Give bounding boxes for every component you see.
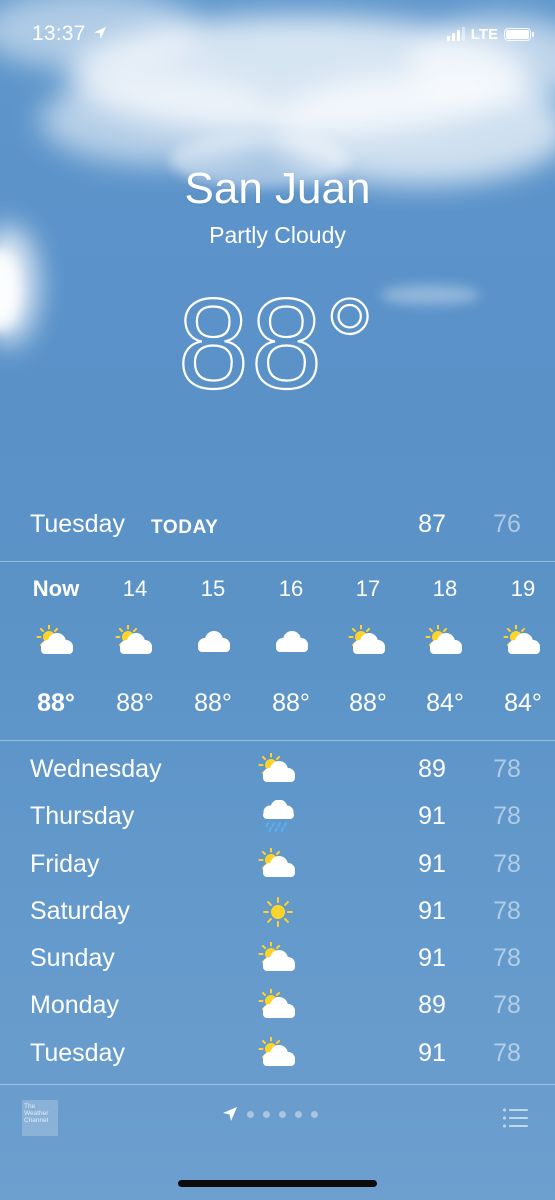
- sun-icon: [258, 895, 298, 929]
- hourly-item: Now 88°: [17, 563, 95, 740]
- today-low: 76: [493, 510, 521, 538]
- network-type: LTE: [470, 25, 498, 43]
- divider: [0, 740, 555, 741]
- daily-row: Sunday 91 78: [0, 936, 555, 983]
- day-name: Saturday: [30, 896, 131, 925]
- weather-channel-logo-icon[interactable]: The Weather Channel: [22, 1100, 58, 1136]
- hourly-item: 17 88°: [329, 563, 407, 740]
- location-arrow-icon: [94, 27, 106, 39]
- day-name: Thursday: [30, 802, 135, 831]
- hour-time: 19: [510, 576, 536, 601]
- partly-cloudy-icon: [425, 624, 465, 659]
- hour-time: 15: [200, 576, 226, 601]
- today-label: TODAY: [151, 517, 219, 538]
- day-high: 89: [418, 991, 446, 1020]
- footer-toolbar: The Weather Channel: [0, 1085, 555, 1155]
- daily-row: Tuesday 91 78: [0, 1031, 555, 1078]
- home-indicator[interactable]: [178, 1180, 377, 1187]
- battery-icon: [504, 27, 534, 41]
- daily-row: Saturday 91 78: [0, 889, 555, 936]
- weather-channel-logo-text: The Weather Channel: [24, 1103, 49, 1124]
- hourly-item: 18 84°: [406, 563, 484, 740]
- signal-bars-icon: [446, 27, 465, 41]
- partly-cloudy-icon: [258, 988, 298, 1023]
- day-low: 78: [493, 896, 521, 925]
- cloud-icon: [271, 625, 311, 659]
- status-time: 13:37: [32, 22, 86, 45]
- daily-row: Thursday 91 78: [0, 794, 555, 841]
- partly-cloudy-icon: [258, 752, 298, 787]
- day-low: 78: [493, 991, 521, 1020]
- partly-cloudy-icon: [115, 624, 155, 659]
- page-dot[interactable]: [263, 1110, 270, 1118]
- daily-forecast[interactable]: Wednesday 89 78 Thursday 91 78 Friday 91…: [0, 747, 555, 1078]
- partly-cloudy-icon: [258, 1036, 298, 1071]
- partly-cloudy-icon: [503, 624, 543, 659]
- page-dot[interactable]: [311, 1110, 318, 1118]
- page-indicator[interactable]: [222, 1106, 318, 1122]
- hour-temp: 88°: [37, 689, 75, 717]
- hour-temp: 84°: [504, 689, 542, 717]
- hour-time: Now: [32, 576, 80, 601]
- page-dot[interactable]: [279, 1110, 286, 1118]
- page-dot[interactable]: [247, 1110, 254, 1118]
- day-name: Friday: [30, 849, 100, 878]
- hourly-forecast[interactable]: Now 88° 14 88° 15 88° 16 88° 17 88° 18 8…: [0, 563, 555, 740]
- status-bar: 13:37 LTE: [0, 0, 555, 70]
- day-low: 78: [493, 755, 521, 783]
- day-low: 78: [493, 849, 521, 878]
- day-low: 78: [493, 1038, 521, 1067]
- hour-time: 18: [432, 576, 458, 601]
- today-row: Tuesday TODAY 87 76: [0, 504, 555, 550]
- divider: [0, 561, 555, 562]
- daily-row: Monday 89 78: [0, 983, 555, 1030]
- today-day: Tuesday: [30, 510, 125, 538]
- partly-cloudy-icon: [36, 624, 76, 659]
- current-temperature-value: 88°: [178, 273, 378, 402]
- partly-cloudy-icon: [348, 624, 388, 659]
- day-high: 91: [418, 1038, 446, 1067]
- today-high: 87: [418, 510, 446, 538]
- location-arrow-icon: [223, 1107, 237, 1121]
- city-name: San Juan: [184, 164, 371, 213]
- hour-temp: 84°: [426, 689, 464, 717]
- day-name: Tuesday: [30, 1038, 125, 1067]
- hour-time: 17: [355, 576, 381, 601]
- day-name: Sunday: [30, 944, 115, 973]
- current-temperature: 88°: [0, 272, 555, 402]
- day-high: 91: [418, 849, 446, 878]
- daily-row: Wednesday 89 78: [0, 747, 555, 794]
- partly-cloudy-icon: [258, 847, 298, 882]
- hour-temp: 88°: [194, 689, 232, 717]
- rain-cloud-icon: [258, 799, 298, 834]
- hour-time: 16: [278, 576, 304, 601]
- day-high: 91: [418, 896, 446, 925]
- status-indicators: LTE: [446, 24, 534, 44]
- daily-row: Friday 91 78: [0, 842, 555, 889]
- hour-time: 14: [122, 576, 148, 601]
- hourly-item: 19 84°: [484, 563, 555, 740]
- partly-cloudy-icon: [258, 941, 298, 976]
- list-icon[interactable]: [502, 1107, 528, 1129]
- day-high: 89: [418, 755, 446, 783]
- hourly-item: 16 88°: [252, 563, 330, 740]
- hourly-item: 15 88°: [174, 563, 252, 740]
- hourly-item: 14 88°: [96, 563, 174, 740]
- day-low: 78: [493, 944, 521, 973]
- current-condition: Partly Cloudy: [209, 222, 346, 248]
- day-high: 91: [418, 802, 446, 831]
- day-name: Monday: [30, 991, 119, 1020]
- cloud-icon: [193, 625, 233, 659]
- day-high: 91: [418, 944, 446, 973]
- hour-temp: 88°: [116, 689, 154, 717]
- day-name: Wednesday: [30, 755, 162, 783]
- page-dot[interactable]: [295, 1110, 302, 1118]
- day-low: 78: [493, 802, 521, 831]
